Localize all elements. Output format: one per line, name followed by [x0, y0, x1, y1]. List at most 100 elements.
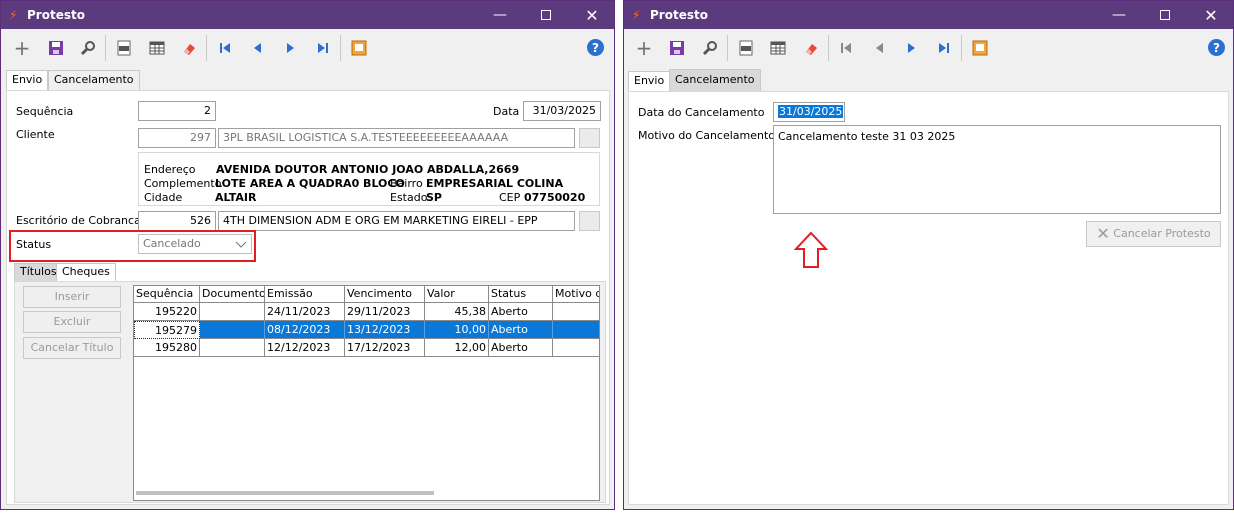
tab-cancelamento[interactable]: Cancelamento: [669, 69, 761, 91]
endereco-value: AVENIDA DOUTOR ANTONIO JOAO ABDALLA,2669: [216, 163, 520, 176]
cep-value: 07750020: [524, 191, 586, 204]
close-icon: ✕: [1096, 224, 1110, 243]
table-row-3-documento[interactable]: [200, 339, 265, 357]
txt-export-icon[interactable]: [113, 37, 135, 59]
escritorio-code-input[interactable]: 526: [138, 211, 216, 231]
last-record-icon[interactable]: [312, 37, 334, 59]
subtab-cheques[interactable]: Cheques: [56, 263, 116, 281]
bairro-label: Bairro: [390, 177, 423, 190]
horizontal-scrollbar[interactable]: [136, 491, 434, 495]
close-button[interactable]: ✕: [569, 1, 615, 29]
table-row-1-emissao[interactable]: 24/11/2023: [265, 303, 345, 321]
next-record-icon[interactable]: [901, 37, 923, 59]
data-input[interactable]: 31/03/2025: [523, 101, 601, 121]
table-row-3-sequencia[interactable]: 195280: [134, 339, 200, 357]
toolbar: + ?: [1, 29, 614, 65]
table-row-2-valor[interactable]: 10,00: [425, 321, 489, 339]
grid-header-valor[interactable]: Valor: [425, 286, 489, 303]
estado-value: SP: [426, 191, 442, 204]
protesto-window-left: ⚡ Protesto — ✕ + ? Envio Cancelamento Se…: [0, 0, 615, 510]
cliente-code-input[interactable]: 297: [138, 128, 216, 148]
save-icon[interactable]: [45, 37, 67, 59]
search-icon[interactable]: [77, 37, 99, 59]
table-row-1-status[interactable]: Aberto: [489, 303, 553, 321]
add-icon[interactable]: +: [633, 36, 655, 60]
grid-header-vencimento[interactable]: Vencimento: [345, 286, 425, 303]
table-row-3-status[interactable]: Aberto: [489, 339, 553, 357]
app-logo-icon: ⚡: [9, 8, 18, 22]
table-row-1-valor[interactable]: 45,38: [425, 303, 489, 321]
inserir-button[interactable]: Inserir: [23, 286, 121, 308]
table-row-1-sequencia[interactable]: 195220: [134, 303, 200, 321]
grid-header-status[interactable]: Status: [489, 286, 553, 303]
data-cancelamento-input[interactable]: 31/03/2025: [773, 102, 845, 122]
escritorio-name-input[interactable]: 4TH DIMENSION ADM E ORG EM MARKETING EIR…: [218, 211, 575, 231]
table-row-1-documento[interactable]: [200, 303, 265, 321]
motivo-cancelamento-label: Motivo do Cancelamento: [638, 129, 776, 142]
table-row-1-motivo[interactable]: [553, 303, 599, 321]
sequencia-input[interactable]: 2: [138, 101, 216, 121]
tab-envio[interactable]: Envio: [6, 70, 49, 90]
add-icon[interactable]: +: [11, 36, 33, 60]
maximize-button[interactable]: [1142, 1, 1188, 29]
cliente-name-input[interactable]: 3PL BRASIL LOGISTICA S.A.TESTEEEEEEEEEAA…: [218, 128, 575, 148]
search-icon[interactable]: [699, 37, 721, 59]
tab-cancelamento[interactable]: Cancelamento: [48, 70, 140, 90]
window-title: Protesto: [27, 8, 85, 22]
motivo-cancelamento-textarea[interactable]: Cancelamento teste 31 03 2025: [773, 125, 1221, 214]
tab-envio[interactable]: Envio: [628, 71, 671, 91]
table-row-3-valor[interactable]: 12,00: [425, 339, 489, 357]
txt-export-icon[interactable]: [735, 37, 757, 59]
help-icon[interactable]: ?: [587, 39, 604, 56]
maximize-button[interactable]: [523, 1, 569, 29]
grid-icon[interactable]: [767, 37, 789, 59]
minimize-button[interactable]: —: [1096, 1, 1142, 29]
table-row-2-motivo[interactable]: [553, 321, 599, 339]
window-title: Protesto: [650, 8, 708, 22]
cancelar-titulo-button[interactable]: Cancelar Título: [23, 337, 121, 359]
escritorio-lookup-button[interactable]: [579, 211, 600, 231]
table-row-1-vencimento[interactable]: 29/11/2023: [345, 303, 425, 321]
table-row-2-emissao[interactable]: 08/12/2023: [265, 321, 345, 339]
eraser-icon[interactable]: [178, 37, 200, 59]
grid-header-motivo[interactable]: Motivo do: [553, 286, 599, 303]
excluir-button[interactable]: Excluir: [23, 311, 121, 333]
cancelar-protesto-button[interactable]: ✕ Cancelar Protesto: [1086, 221, 1221, 247]
report-icon[interactable]: [348, 37, 370, 59]
first-record-icon[interactable]: [835, 37, 857, 59]
up-arrow-annotation-icon: [793, 231, 829, 272]
data-label: Data: [493, 105, 520, 118]
complemento-label: Complemento: [144, 177, 222, 190]
grid-header-documento[interactable]: Documento: [200, 286, 265, 303]
grid-icon[interactable]: [146, 37, 168, 59]
previous-record-icon[interactable]: [246, 37, 268, 59]
close-button[interactable]: ✕: [1188, 1, 1234, 29]
eraser-icon[interactable]: [800, 37, 822, 59]
sequencia-label: Sequência: [16, 105, 74, 118]
next-record-icon[interactable]: [280, 37, 302, 59]
table-row-2-documento[interactable]: [200, 321, 265, 339]
report-icon[interactable]: [969, 37, 991, 59]
complemento-value: LOTE AREA A QUADRA0 BLOCO: [215, 177, 405, 190]
table-row-3-motivo[interactable]: [553, 339, 599, 357]
titulos-grid: Sequência Documento Emissão Vencimento V…: [133, 285, 600, 501]
table-row-2-sequencia[interactable]: 195279: [134, 321, 200, 339]
cliente-lookup-button[interactable]: [579, 128, 600, 148]
minimize-button[interactable]: —: [477, 1, 523, 29]
previous-record-icon[interactable]: [868, 37, 890, 59]
save-icon[interactable]: [666, 37, 688, 59]
table-row-3-emissao[interactable]: 12/12/2023: [265, 339, 345, 357]
table-row-2-vencimento[interactable]: 13/12/2023: [345, 321, 425, 339]
first-record-icon[interactable]: [214, 37, 236, 59]
last-record-icon[interactable]: [933, 37, 955, 59]
address-panel: Endereço AVENIDA DOUTOR ANTONIO JOAO ABD…: [138, 152, 600, 206]
grid-header-sequencia[interactable]: Sequência: [134, 286, 200, 303]
table-row-3-vencimento[interactable]: 17/12/2023: [345, 339, 425, 357]
estado-label: Estado: [390, 191, 428, 204]
cep-label: CEP: [499, 191, 521, 204]
help-icon[interactable]: ?: [1208, 39, 1225, 56]
grid-header-emissao[interactable]: Emissão: [265, 286, 345, 303]
table-row-2-status[interactable]: Aberto: [489, 321, 553, 339]
escritorio-label: Escritório de Cobranca: [16, 214, 141, 227]
title-bar: ⚡ Protesto — ✕: [624, 1, 1233, 29]
